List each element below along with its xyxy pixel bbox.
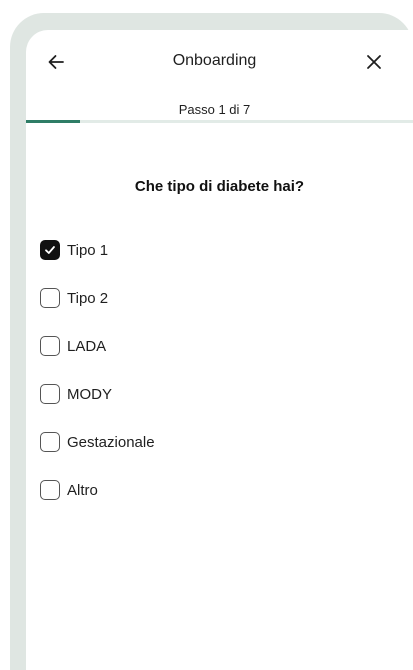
option-label: Gestazionale <box>67 433 155 451</box>
app-bar: Onboarding <box>26 30 413 94</box>
option-label: LADA <box>67 337 107 355</box>
option-tipo-2[interactable]: Tipo 2 <box>40 274 155 322</box>
progress-fill <box>26 120 81 123</box>
close-icon <box>367 55 381 69</box>
checkmark-icon <box>45 246 55 254</box>
onboarding-screen: Onboarding Passo 1 di 7 Che tipo di diab… <box>26 30 413 670</box>
option-tipo-1[interactable]: Tipo 1 <box>40 226 155 274</box>
close-button[interactable] <box>360 48 388 76</box>
progress-track <box>26 120 413 123</box>
checkbox[interactable] <box>40 384 60 404</box>
option-label: Tipo 2 <box>67 289 109 307</box>
options-list: Tipo 1 Tipo 2 LADA MODY Gestazionale Alt… <box>40 226 155 514</box>
step-indicator: Passo 1 di 7 <box>178 102 251 117</box>
option-gestazionale[interactable]: Gestazionale <box>40 418 155 466</box>
checkbox[interactable] <box>40 432 60 452</box>
option-label: Altro <box>67 481 98 499</box>
checkbox[interactable] <box>40 336 60 356</box>
option-label: MODY <box>67 385 112 403</box>
option-mody[interactable]: MODY <box>40 370 155 418</box>
checkbox[interactable] <box>40 288 60 308</box>
option-altro[interactable]: Altro <box>40 466 155 514</box>
question-text: Che tipo di diabete hai? <box>134 178 305 195</box>
page: Onboarding Passo 1 di 7 Che tipo di diab… <box>0 0 413 670</box>
checkbox[interactable] <box>40 480 60 500</box>
page-title: Onboarding <box>172 52 257 69</box>
option-label: Tipo 1 <box>67 241 109 259</box>
checkbox[interactable] <box>40 240 60 260</box>
option-lada[interactable]: LADA <box>40 322 155 370</box>
